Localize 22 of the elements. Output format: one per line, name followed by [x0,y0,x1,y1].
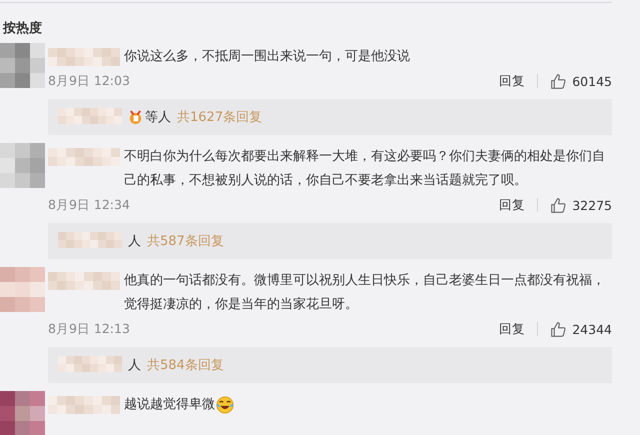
like-button[interactable]: 32275 [550,196,612,214]
reply-users-text: 人 [128,233,141,250]
thumbs-up-icon [550,196,568,214]
comment-text: 越说越觉得卑微 [124,396,215,414]
reply-users-text: 人 [128,357,141,374]
comment-text: 不明白你为什么每次都要出来解释一大堆，有这必要吗？你们夫妻俩的相处是你们自己的私事，不想被别人说的话，你自己不要老拿出来当话题就完了呗。 [124,148,606,190]
thumbs-up-icon [550,320,568,338]
comment-date: 8月9日 12:34 [48,196,130,214]
like-button[interactable]: 24344 [550,320,612,338]
thumbs-up-icon [550,72,568,90]
reply-link[interactable]: 回复 [499,196,526,214]
laughing-emoji-icon [216,396,234,414]
reply-users-text: 等人 [145,109,171,126]
sort-tab[interactable]: 按热度 [3,21,42,36]
comment-text: 你说这么多，不抵周一围出来说一句，可是他没说 [124,48,410,66]
comment-date: 8月9日 12:03 [48,72,130,90]
reply-link[interactable]: 回复 [499,72,526,90]
reply-link[interactable]: 回复 [499,320,526,338]
comment-date: 8月9日 12:13 [48,320,130,338]
medal-icon [128,110,143,124]
like-button[interactable]: 60145 [550,72,612,90]
comment-text: 他真的一句话都没有。微博里可以祝别人生日快乐，自己老婆生日一点都没有祝福，觉得挺凄凉的，你是当年的当家花旦呀。 [124,272,606,314]
